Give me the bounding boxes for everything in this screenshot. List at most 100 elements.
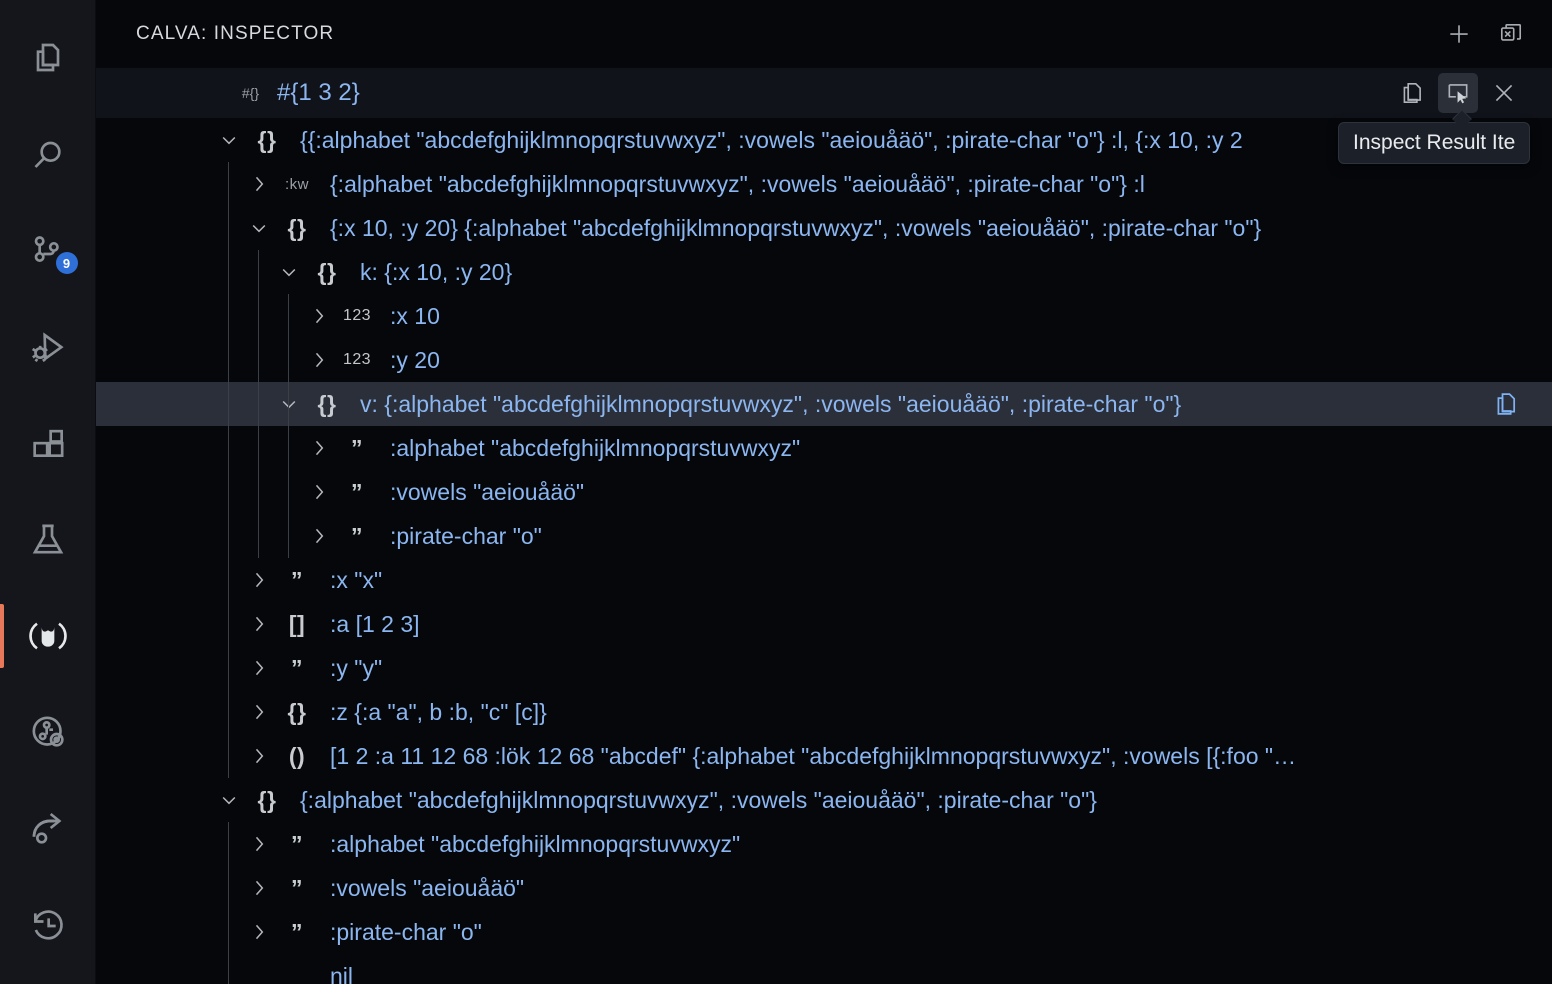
activity-item-testing[interactable] (0, 492, 96, 588)
tree-row[interactable]: {} {:alphabet "abcdefghijklmnopqrstuvwxyz… (96, 778, 1552, 822)
activity-item-git-graph[interactable] (0, 684, 96, 780)
search-icon (28, 136, 68, 176)
chevron-right-icon[interactable] (304, 470, 334, 514)
activity-item-explorer[interactable] (0, 12, 96, 108)
tree-row[interactable]: {} v: {:alphabet "abcdefghijklmnopqrstuvw… (96, 382, 1552, 426)
chevron-down-icon[interactable] (214, 118, 244, 162)
git-graph-icon (28, 712, 68, 752)
chevron-right-icon[interactable] (244, 162, 274, 206)
chevron-right-icon[interactable] (244, 602, 274, 646)
history-icon (28, 904, 68, 944)
tree-row[interactable]: ”:y "y" (96, 646, 1552, 690)
tree-row[interactable]: ”:pirate-char "o" (96, 514, 1552, 558)
tree-indent-guide (228, 162, 229, 778)
activity-item-calva[interactable] (0, 588, 96, 684)
tree-indent-guide (258, 250, 259, 558)
inspect-result-item-button[interactable] (1438, 73, 1478, 113)
activity-item-extensions[interactable] (0, 396, 96, 492)
page-title: CALVA: INSPECTOR (136, 23, 335, 44)
tree-row-label: :y 20 (390, 346, 440, 373)
tree-row[interactable]: {}:z {:a "a", b :b, "c" [c]} (96, 690, 1552, 734)
chevron-down-icon[interactable] (244, 206, 274, 250)
tree-row[interactable]: nil (96, 954, 1552, 984)
tree-row-type-icon: ” (291, 918, 303, 945)
tree-row[interactable]: ”:vowels "aeiouåäö" (96, 866, 1552, 910)
tree-row-label: :alphabet "abcdefghijklmnopqrstuvwxyz" (390, 434, 801, 461)
set-type-icon: #{} (241, 85, 259, 101)
chevron-down-icon[interactable] (274, 250, 304, 294)
tree-row-indent (96, 558, 244, 602)
tree-row-type-icon: :kw (285, 175, 309, 193)
chevron-right-icon[interactable] (244, 558, 274, 602)
tree-row-label: {:alphabet "abcdefghijklmnopqrstuvwxyz",… (330, 170, 1145, 197)
tree-row-indent (96, 910, 244, 954)
tree-row[interactable]: {} {:x 10, :y 20} {:alphabet "abcdefghijk… (96, 206, 1552, 250)
tree-row[interactable]: {} {{:alphabet "abcdefghijklmnopqrstuvwxy… (96, 118, 1552, 162)
tree-row[interactable]: ”:vowels "aeiouåäö" (96, 470, 1552, 514)
tree-row[interactable]: ” :alphabet "abcdefghijklmnopqrstuvwxyz" (96, 426, 1552, 470)
run-debug-icon (28, 328, 68, 368)
activity-item-timeline[interactable] (0, 876, 96, 972)
tree-row-type-icon: [] (288, 610, 306, 637)
tree-row-type-icon: {} (287, 214, 307, 241)
tree-row[interactable]: :kw {:alphabet "abcdefghijklmnopqrstuvwxy… (96, 162, 1552, 206)
copy-button[interactable] (1392, 73, 1432, 113)
activity-item-source-control[interactable]: 9 (0, 204, 96, 300)
activity-item-share[interactable] (0, 780, 96, 876)
chevron-right-icon[interactable] (244, 690, 274, 734)
tree-row[interactable]: 123:x 10 (96, 294, 1552, 338)
tree-row-type-icon: ” (291, 566, 303, 593)
tree-indent-guide (228, 822, 229, 984)
inspector-tree: {} {{:alphabet "abcdefghijklmnopqrstuvwxy… (96, 118, 1552, 984)
tree-row[interactable]: []:a [1 2 3] (96, 602, 1552, 646)
tooltip: Inspect Result Ite (1338, 122, 1531, 164)
chevron-right-icon[interactable] (304, 294, 334, 338)
tree-row-type-icon: {} (257, 126, 277, 153)
inspector-tree-wrapper: {} {{:alphabet "abcdefghijklmnopqrstuvwxy… (96, 118, 1552, 984)
chevron-right-icon[interactable] (244, 866, 274, 910)
tree-row[interactable]: ”:alphabet "abcdefghijklmnopqrstuvwxyz" (96, 822, 1552, 866)
tree-row-label: k: {:x 10, :y 20} (360, 258, 513, 285)
tree-row-indent (96, 778, 214, 822)
extensions-icon (28, 424, 68, 464)
tree-row[interactable]: () [1 2 :a 11 12 68 :lök 12 68 "abcdef" {… (96, 734, 1552, 778)
tree-row-indent (96, 646, 244, 690)
tree-row-indent (96, 602, 244, 646)
chevron-down-icon[interactable] (274, 382, 304, 426)
tree-row-indent (96, 470, 304, 514)
chevron-right-icon[interactable] (244, 646, 274, 690)
chevron-right-icon[interactable] (244, 734, 274, 778)
tree-row[interactable]: ”:x "x" (96, 558, 1552, 602)
tree-row[interactable]: {} k: {:x 10, :y 20} (96, 250, 1552, 294)
tree-row-indent (96, 294, 304, 338)
chevron-right-icon[interactable] (304, 426, 334, 470)
inspector-panel: CALVA: INSPECTOR #{} #{1 3 2} {} {{:alph… (96, 0, 1552, 984)
chevron-right-icon[interactable] (244, 822, 274, 866)
tree-row-type-icon (274, 954, 320, 984)
clear-all-icon[interactable] (1496, 19, 1526, 49)
activity-bar: 9 (0, 0, 96, 984)
tree-row-indent (96, 250, 274, 294)
chevron-right-icon[interactable] (304, 514, 334, 558)
vscode-window: 9 CALVA: INSPECTOR #{} #{1 3 2} {} {{:al… (0, 0, 1552, 984)
tree-row-label: :alphabet "abcdefghijklmnopqrstuvwxyz" (330, 830, 741, 857)
chevron-right-icon[interactable] (304, 338, 334, 382)
twisty-placeholder (244, 954, 274, 984)
tree-row-label: :pirate-char "o" (330, 918, 482, 945)
chevron-down-icon[interactable] (214, 778, 244, 822)
result-toolbar-row[interactable]: #{} #{1 3 2} (96, 68, 1552, 118)
tree-row-indent (96, 514, 304, 558)
tree-row[interactable]: ” :pirate-char "o" (96, 910, 1552, 954)
tree-row[interactable]: 123:y 20 (96, 338, 1552, 382)
row-copy-icon[interactable] (1490, 388, 1522, 420)
tree-row-label: :vowels "aeiouåäö" (330, 874, 525, 901)
files-icon (28, 40, 68, 80)
chevron-right-icon[interactable] (244, 910, 274, 954)
close-icon[interactable] (1484, 73, 1524, 113)
plus-icon[interactable] (1444, 19, 1474, 49)
activity-item-search[interactable] (0, 108, 96, 204)
tree-row-indent (96, 206, 244, 250)
tree-row-type-icon: ” (351, 434, 363, 461)
tree-row-type-icon: {} (317, 390, 337, 417)
activity-item-run-and-debug[interactable] (0, 300, 96, 396)
